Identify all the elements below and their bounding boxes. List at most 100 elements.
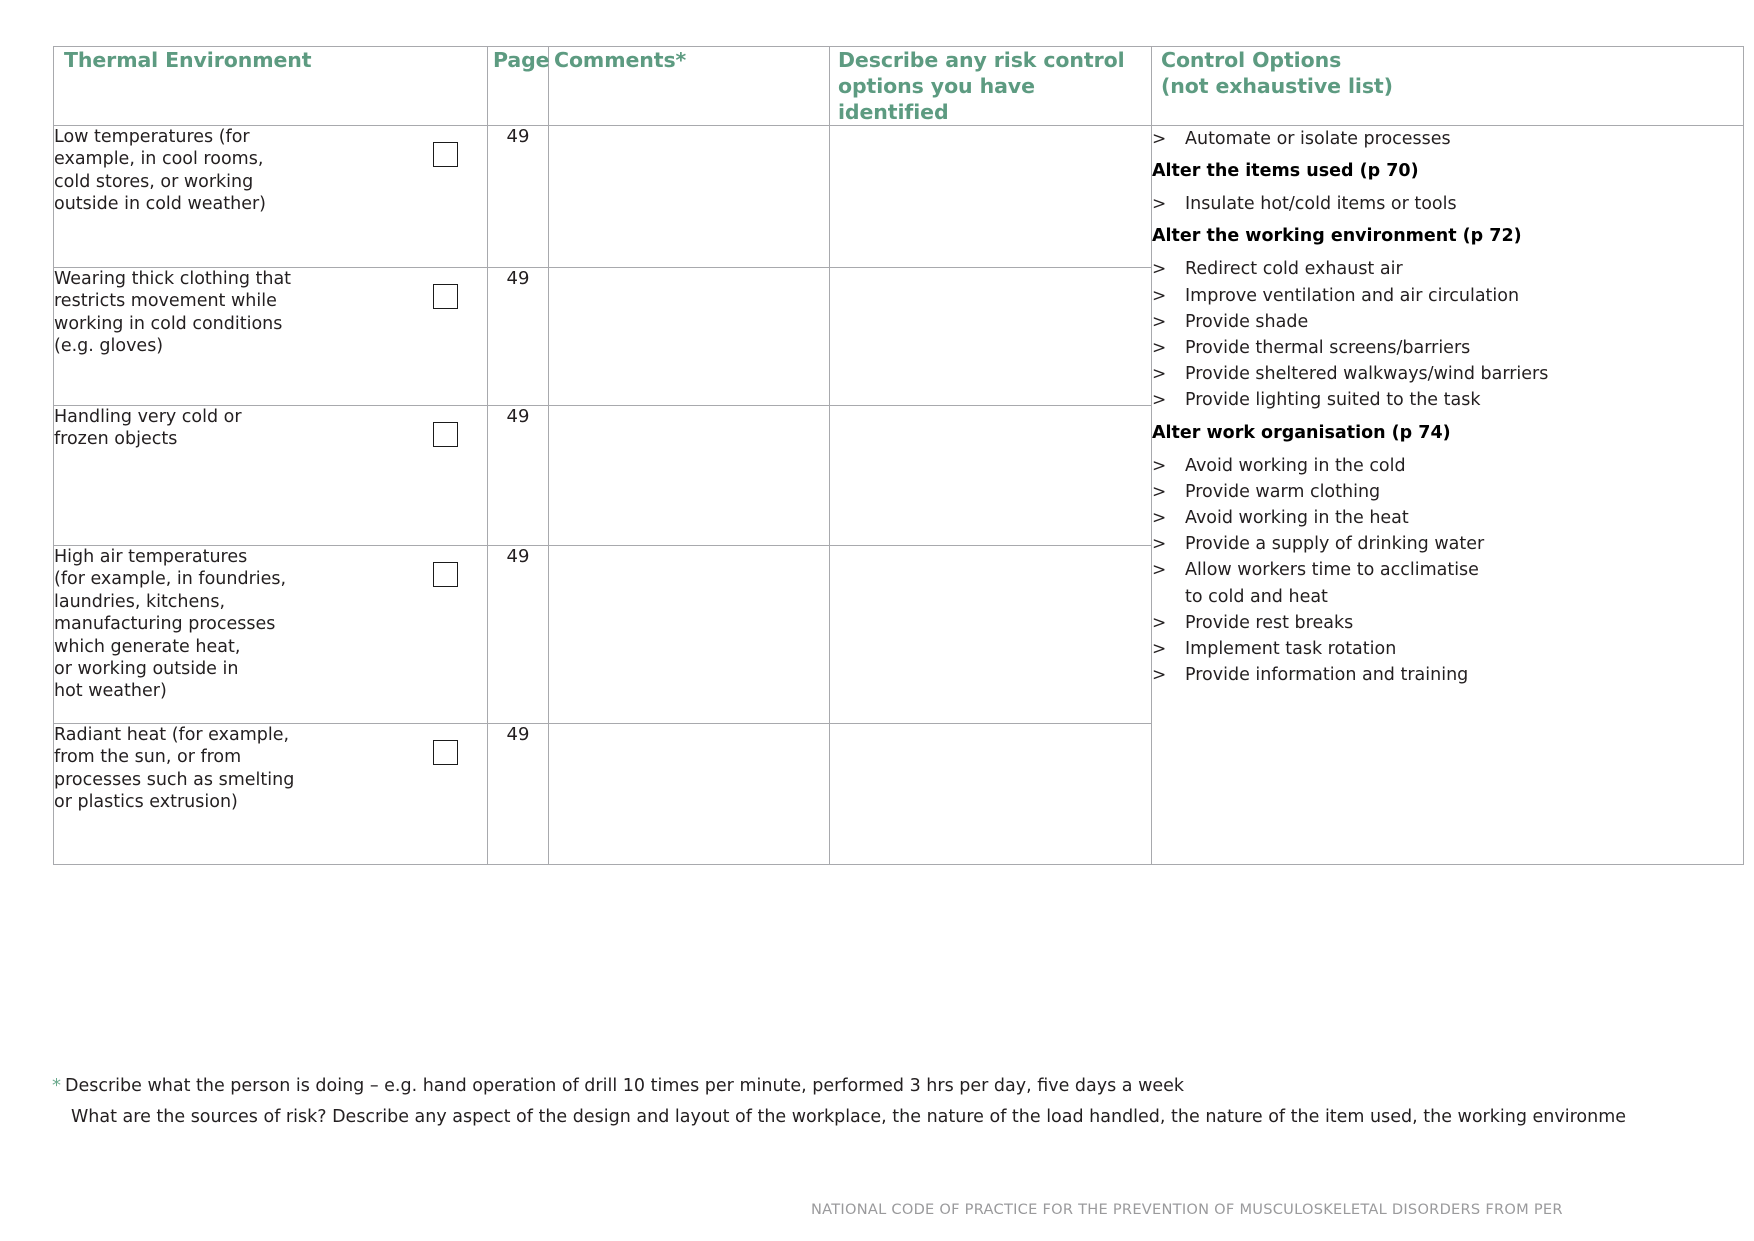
hazard-checkbox[interactable] [433, 142, 458, 167]
control-option-label: Avoid working in the cold [1185, 455, 1406, 476]
control-option-label: Provide a supply of drinking water [1185, 534, 1485, 555]
hazard-description: Low temperatures (for example, in cool r… [54, 127, 266, 215]
table-body: Low temperatures (for example, in cool r… [53, 125, 1744, 865]
risk-control-options-cell[interactable] [829, 405, 1152, 546]
column-header-risk-control-label: Describe any risk control options you ha… [838, 48, 1125, 124]
control-option-label: Provide information and training [1185, 665, 1469, 686]
footnote-asterisk: * [52, 1075, 61, 1096]
control-option-item: > Provide a supply of drinking water [1152, 531, 1743, 557]
column-header-thermal-environment-label: Thermal Environment [64, 48, 312, 72]
chevron-right-icon: > [1152, 364, 1167, 385]
control-option-label: Provide sheltered walkways/wind barriers [1185, 364, 1549, 385]
chevron-right-icon: > [1152, 639, 1167, 660]
hazard-cell: High air temperatures (for example, in f… [53, 545, 488, 724]
risk-control-options-cell[interactable] [829, 267, 1152, 406]
page-reference-cell: 49 [487, 405, 549, 546]
control-option-label: Allow workers time to acclimatise to col… [1185, 560, 1479, 607]
hazard-cell: Radiant heat (for example, from the sun,… [53, 723, 488, 865]
risk-control-options-cell[interactable] [829, 125, 1152, 268]
comments-cell[interactable] [548, 125, 830, 268]
hazard-cell: Low temperatures (for example, in cool r… [53, 125, 488, 268]
control-option-item: > Implement task rotation [1152, 636, 1743, 662]
column-header-page-label: Page [493, 48, 550, 72]
control-option-item: > Provide warm clothing [1152, 479, 1743, 505]
comments-cell[interactable] [548, 267, 830, 406]
footnote-line-1-text: Describe what the person is doing – e.g.… [65, 1076, 1185, 1096]
hazard-checkbox[interactable] [433, 422, 458, 447]
chevron-right-icon: > [1152, 560, 1167, 581]
control-option-label: Provide shade [1185, 311, 1309, 332]
page-reference-cell: 49 [487, 267, 549, 406]
hazard-checkbox[interactable] [433, 284, 458, 309]
risk-control-options-cell[interactable] [829, 723, 1152, 865]
comments-cell[interactable] [548, 545, 830, 724]
control-option-label: Avoid working in the heat [1185, 508, 1409, 529]
header-row: Thermal Environment Page Comments* Descr… [53, 46, 1744, 126]
chevron-right-icon: > [1152, 311, 1167, 332]
control-option-item: > Avoid working in the cold [1152, 453, 1743, 479]
chevron-right-icon: > [1152, 508, 1167, 529]
chevron-right-icon: > [1152, 129, 1167, 149]
footnote-line-1: * Describe what the person is doing – e.g… [52, 1070, 1754, 1102]
hazard-description: Handling very cold or frozen objects [54, 407, 242, 450]
footnotes: * Describe what the person is doing – e.g… [52, 1070, 1754, 1133]
column-header-control-options: Control Options (not exhaustive list) [1151, 46, 1744, 126]
chevron-right-icon: > [1152, 481, 1167, 502]
hazard-cell: Wearing thick clothing that restricts mo… [53, 267, 488, 406]
page-reference-cell: 49 [487, 125, 549, 268]
hazard-description: High air temperatures (for example, in f… [54, 547, 287, 702]
hazard-description: Wearing thick clothing that restricts mo… [54, 269, 292, 357]
document-footer: NATIONAL CODE OF PRACTICE FOR THE PREVEN… [811, 1201, 1563, 1218]
control-options-group-heading: Alter the items used (p 70) [1152, 161, 1419, 182]
control-options-cell: > Automate or isolate processes Alter the … [1151, 125, 1744, 865]
checklist-page: Thermal Environment Page Comments* Descr… [0, 0, 1754, 1241]
control-option-label: Provide thermal screens/barriers [1185, 338, 1471, 359]
column-header-thermal-environment: Thermal Environment [53, 46, 488, 126]
control-option-item: > Allow workers time to acclimatise to co… [1152, 557, 1743, 609]
column-header-comments-label: Comments* [554, 48, 687, 72]
chevron-right-icon: > [1152, 455, 1167, 476]
control-option-item: > Improve ventilation and air circulation [1152, 283, 1743, 309]
hazard-checkbox[interactable] [433, 562, 458, 587]
control-option-label: Insulate hot/cold items or tools [1185, 194, 1457, 215]
chevron-right-icon: > [1152, 338, 1167, 359]
chevron-right-icon: > [1152, 194, 1167, 215]
risk-control-options-cell[interactable] [829, 545, 1152, 724]
chevron-right-icon: > [1152, 534, 1167, 555]
control-option-item: > Redirect cold exhaust air [1152, 256, 1743, 282]
table-row: Low temperatures (for example, in cool r… [53, 125, 1744, 865]
control-option-label: Provide lighting suited to the task [1185, 390, 1481, 411]
control-option-label: Provide rest breaks [1185, 612, 1354, 633]
control-option-item: > Provide information and training [1152, 662, 1743, 688]
footnote-line-2: What are the sources of risk? Describe a… [52, 1102, 1754, 1133]
page-reference-cell: 49 [487, 723, 549, 865]
chevron-right-icon: > [1152, 390, 1167, 411]
control-option-item: > Provide shade [1152, 309, 1743, 335]
control-option-item: > Avoid working in the heat [1152, 505, 1743, 531]
control-options-list: > Automate or isolate processes Alter the … [1152, 126, 1743, 688]
control-option-label: Implement task rotation [1185, 639, 1397, 660]
control-options-group-heading: Alter work organisation (p 74) [1152, 422, 1451, 443]
page-reference-cell: 49 [487, 545, 549, 724]
chevron-right-icon: > [1152, 259, 1167, 280]
control-option-label: Improve ventilation and air circulation [1185, 285, 1520, 306]
chevron-right-icon: > [1152, 612, 1167, 633]
footnote-line-2-text: What are the sources of risk? Describe a… [71, 1107, 1627, 1127]
hazard-checkbox[interactable] [433, 740, 458, 765]
column-header-comments: Comments* [548, 46, 830, 126]
control-option-item: > Provide rest breaks [1152, 610, 1743, 636]
thermal-environment-checklist-table: Thermal Environment Page Comments* Descr… [53, 46, 1744, 865]
hazard-description: Radiant heat (for example, from the sun,… [54, 725, 295, 813]
control-option-item: > Provide lighting suited to the task [1152, 387, 1743, 413]
control-options-group-heading: Alter the working environment (p 72) [1152, 226, 1522, 247]
control-option-item: > Provide sheltered walkways/wind barrier… [1152, 361, 1743, 387]
chevron-right-icon: > [1152, 665, 1167, 686]
control-option-item: > Insulate hot/cold items or tools [1152, 191, 1743, 217]
column-header-control-options-label: Control Options (not exhaustive list) [1161, 48, 1393, 98]
comments-cell[interactable] [548, 723, 830, 865]
comments-cell[interactable] [548, 405, 830, 546]
chevron-right-icon: > [1152, 285, 1167, 306]
column-header-risk-control: Describe any risk control options you ha… [829, 46, 1152, 126]
table-header: Thermal Environment Page Comments* Descr… [53, 46, 1744, 126]
hazard-cell: Handling very cold or frozen objects [53, 405, 488, 546]
